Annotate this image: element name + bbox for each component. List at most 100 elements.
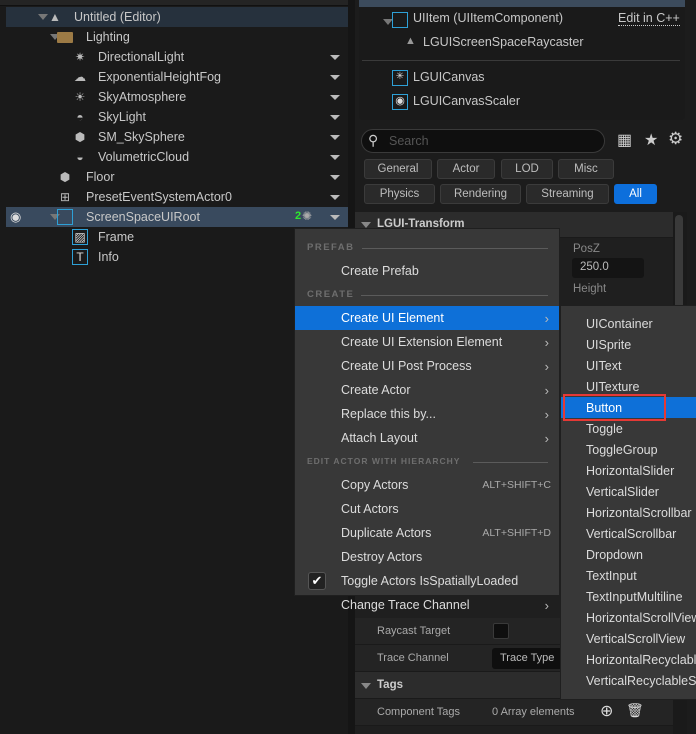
components-list: UIItem (UIItemComponent) Edit in C++ ▲ L…	[359, 7, 685, 120]
chevron-right-icon: ›	[544, 406, 549, 422]
component-canvas[interactable]: LGUICanvas	[413, 70, 485, 84]
outliner-row[interactable]: ⊞ PresetEventSystemActor0	[6, 187, 348, 207]
outliner-row[interactable]: ⬢ SM_SkySphere	[6, 127, 348, 147]
outliner-row[interactable]: Lighting	[6, 27, 348, 47]
details-search-input[interactable]: ⚲ Search	[361, 129, 605, 153]
event-system-icon: ⊞	[59, 190, 71, 204]
folder-icon	[57, 32, 73, 43]
menu-create-prefab[interactable]: Create Prefab	[295, 259, 559, 283]
component-uiitem[interactable]: UIItem (UIItemComponent)	[413, 11, 563, 25]
submenu-item[interactable]: UISprite	[561, 334, 696, 355]
submenu-item-label: VerticalScrollView	[586, 631, 686, 646]
add-element-icon[interactable]: ⊕	[600, 701, 613, 721]
selected-component-row[interactable]	[359, 0, 685, 7]
edit-in-cpp-link[interactable]: Edit in C++	[618, 11, 680, 26]
menu-item[interactable]: Replace this by... ›	[295, 402, 559, 426]
filter-actor[interactable]: Actor	[437, 159, 495, 179]
submenu-item[interactable]: Dropdown	[561, 544, 696, 565]
shortcut-label: ALT+SHIFT+D	[482, 527, 551, 539]
search-placeholder: Search	[389, 134, 429, 148]
outliner-row[interactable]: ▲ Untitled (Editor)	[6, 7, 348, 27]
outliner-row[interactable]: ◓ SkyLight	[6, 107, 348, 127]
fog-icon: ☁	[74, 70, 86, 84]
outliner-row[interactable]: ⬢ Floor	[6, 167, 348, 187]
row-options-dropdown-icon[interactable]	[330, 215, 340, 220]
component-tags-row: Component Tags 0 Array elements ⊕ 🗑	[355, 699, 673, 726]
filter-general[interactable]: General	[364, 159, 432, 179]
component-canvas-scaler[interactable]: LGUICanvasScaler	[413, 94, 520, 108]
row-options-dropdown-icon[interactable]	[330, 195, 340, 200]
delete-icon[interactable]: 🗑	[626, 702, 644, 719]
row-options-dropdown-icon[interactable]	[330, 55, 340, 60]
submenu-item[interactable]: Toggle	[561, 418, 696, 439]
submenu-item[interactable]: VerticalRecyclableScrollView	[561, 670, 696, 691]
submenu-item[interactable]: TextInputMultiline	[561, 586, 696, 607]
row-options-dropdown-icon[interactable]	[330, 135, 340, 140]
submenu-item[interactable]: HorizontalScrollbar	[561, 502, 696, 523]
chevron-right-icon: ›	[544, 597, 549, 613]
row-options-dropdown-icon[interactable]	[330, 175, 340, 180]
menu-item[interactable]: Toggle Actors IsSpatiallyLoaded ✔	[295, 569, 559, 593]
menu-item[interactable]: Destroy Actors	[295, 545, 559, 569]
submenu-item[interactable]: HorizontalSlider	[561, 460, 696, 481]
outliner-row-label: SkyLight	[98, 110, 146, 124]
posz-label: PosZ	[573, 243, 600, 255]
outliner-row[interactable]: ◒ VolumetricCloud	[6, 147, 348, 167]
badge-count: 2	[295, 210, 302, 222]
menu-item[interactable]: Create UI Post Process ›	[295, 354, 559, 378]
section-prefab: PREFAB	[307, 242, 548, 253]
checkbox-checked-icon[interactable]: ✔	[308, 572, 326, 590]
outliner-row-label: SM_SkySphere	[98, 130, 185, 144]
submenu-item[interactable]: TextInput	[561, 565, 696, 586]
submenu-item[interactable]: VerticalScrollbar	[561, 523, 696, 544]
outliner-row[interactable]: ✷ DirectionalLight	[6, 47, 348, 67]
menu-item[interactable]: Create UI Extension Element ›	[295, 330, 559, 354]
submenu-item[interactable]: VerticalScrollView	[561, 628, 696, 649]
submenu-item[interactable]: ToggleGroup	[561, 439, 696, 460]
menu-item[interactable]: Create UI Element ›	[295, 306, 559, 330]
star-icon[interactable]: ★	[644, 130, 658, 150]
row-options-dropdown-icon[interactable]	[330, 115, 340, 120]
canvas-icon: ✳	[392, 70, 408, 86]
component-raycaster[interactable]: LGUIScreenSpaceRaycaster	[423, 35, 584, 49]
row-options-dropdown-icon[interactable]	[330, 155, 340, 160]
submenu-item-label: Dropdown	[586, 547, 643, 562]
visibility-eye-icon[interactable]: ◉	[10, 209, 21, 225]
menu-item[interactable]: Attach Layout ›	[295, 426, 559, 450]
outliner-row[interactable]: ☀ SkyAtmosphere	[6, 87, 348, 107]
highlight-box	[563, 394, 666, 421]
submenu-item[interactable]: VerticalSlider	[561, 481, 696, 502]
menu-item-label: Replace this by...	[341, 407, 436, 421]
filter-all[interactable]: All	[614, 184, 657, 204]
filter-streaming[interactable]: Streaming	[526, 184, 609, 204]
submenu-item[interactable]: UIContainer	[561, 313, 696, 334]
sky-atmosphere-icon: ☀	[74, 90, 86, 104]
filter-lod[interactable]: LOD	[501, 159, 553, 179]
menu-item[interactable]: Create Actor ›	[295, 378, 559, 402]
row-options-dropdown-icon[interactable]	[330, 95, 340, 100]
table-view-icon[interactable]: ▦	[617, 130, 632, 150]
submenu-item[interactable]: HorizontalRecyclableScrollView	[561, 649, 696, 670]
menu-item[interactable]: Copy Actors ALT+SHIFT+C	[295, 473, 559, 497]
filter-misc[interactable]: Misc	[558, 159, 614, 179]
outliner-row[interactable]: ScreenSpaceUIRoot ◉ 2 ✺	[6, 207, 348, 227]
menu-item[interactable]: Change Trace Channel ›	[295, 593, 559, 617]
outliner-row[interactable]: ☁ ExponentialHeightFog	[6, 67, 348, 87]
gear-icon[interactable]: ⚙	[668, 129, 683, 149]
menu-item[interactable]: Duplicate Actors ALT+SHIFT+D	[295, 521, 559, 545]
row-options-dropdown-icon[interactable]	[330, 75, 340, 80]
submenu-item-label: TextInputMultiline	[586, 589, 683, 604]
submenu-item[interactable]: UIText	[561, 355, 696, 376]
static-mesh-icon: ⬢	[74, 130, 86, 144]
menu-item-label: Create Actor	[341, 383, 411, 397]
filter-rendering[interactable]: Rendering	[440, 184, 521, 204]
menu-item[interactable]: Cut Actors	[295, 497, 559, 521]
posz-field[interactable]: 250.0	[572, 258, 644, 278]
submenu-item[interactable]: HorizontalScrollView	[561, 607, 696, 628]
submenu-item-label: UIContainer	[586, 316, 653, 331]
raycast-target-checkbox[interactable]	[493, 623, 509, 639]
divider	[362, 60, 680, 61]
filter-physics[interactable]: Physics	[364, 184, 435, 204]
outliner-row-label: VolumetricCloud	[98, 150, 190, 164]
mobility-icon: ✺	[302, 209, 313, 223]
